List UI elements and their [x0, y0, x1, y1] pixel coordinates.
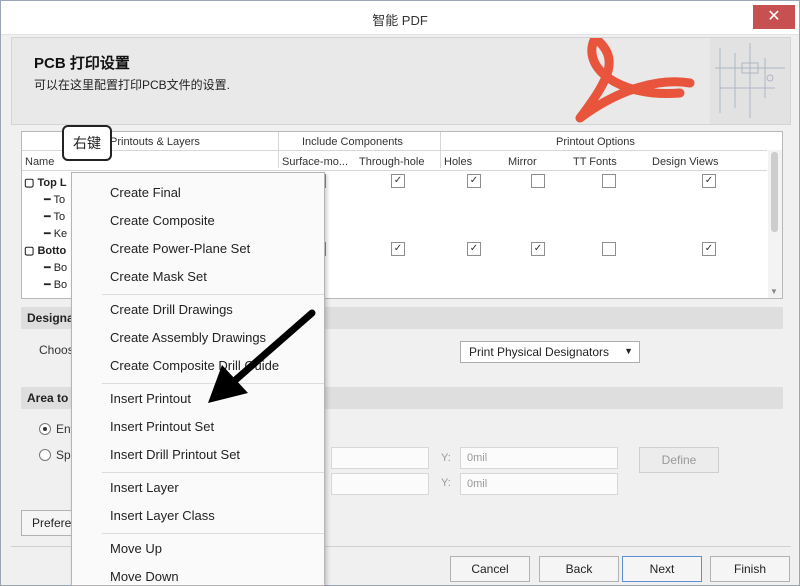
radio-specific-area[interactable]	[39, 449, 51, 461]
menu-item-insert-layer[interactable]: Insert Layer	[110, 480, 179, 495]
dropdown-value: Print Physical Designators	[469, 345, 610, 359]
table-scrollbar[interactable]: ▼	[768, 150, 782, 298]
header-divider	[22, 150, 767, 151]
right-click-callout: 右键	[62, 125, 112, 161]
window-title: 智能 PDF	[372, 13, 428, 28]
cancel-button[interactable]: Cancel	[450, 556, 530, 582]
finish-button[interactable]: Finish	[710, 556, 790, 582]
col-group-include-components: Include Components	[302, 136, 403, 148]
menu-item-move-down[interactable]: Move Down	[110, 569, 179, 584]
holes-checkbox[interactable]: ✓	[467, 174, 481, 188]
design-views-checkbox[interactable]: ✓	[702, 242, 716, 256]
close-button[interactable]: ✕	[753, 5, 795, 29]
menu-item-insert-printout[interactable]: Insert Printout	[110, 391, 191, 406]
radio-selected-dot	[43, 427, 47, 431]
menu-item-insert-printout-set[interactable]: Insert Printout Set	[110, 419, 214, 434]
col-separator	[278, 132, 279, 168]
col-mirror[interactable]: Mirror	[508, 156, 537, 168]
row-label: ▢ Top L	[24, 177, 67, 189]
col-through-hole[interactable]: Through-hole	[359, 156, 424, 168]
through-hole-checkbox[interactable]: ✓	[391, 174, 405, 188]
define-button[interactable]: Define	[639, 447, 719, 473]
choose-label: Choos	[39, 343, 74, 357]
radio-entire-sheet[interactable]	[39, 423, 51, 435]
menu-separator	[102, 294, 324, 295]
row-label: ▢ Botto	[24, 245, 67, 257]
back-button[interactable]: Back	[539, 556, 619, 582]
mirror-checkbox[interactable]	[531, 174, 545, 188]
row-label: ━ To	[44, 211, 66, 223]
menu-item-insert-drill-printout-set[interactable]: Insert Drill Printout Set	[110, 447, 240, 462]
menu-separator	[102, 472, 324, 473]
col-separator	[440, 132, 441, 168]
tt-fonts-checkbox[interactable]	[602, 174, 616, 188]
mirror-checkbox[interactable]: ✓	[531, 242, 545, 256]
col-surface-mount[interactable]: Surface-mo...	[282, 156, 348, 168]
col-holes[interactable]: Holes	[444, 156, 472, 168]
page-title: PCB 打印设置	[34, 55, 130, 72]
col-tt-fonts[interactable]: TT Fonts	[573, 156, 617, 168]
y2-field[interactable]: 0mil	[460, 473, 618, 495]
holes-checkbox[interactable]: ✓	[467, 242, 481, 256]
menu-item-create-composite[interactable]: Create Composite	[110, 213, 215, 228]
pointer-arrow-icon	[208, 309, 316, 403]
col-design-views[interactable]: Design Views	[652, 156, 718, 168]
row-label: ━ Bo	[44, 262, 68, 274]
tt-fonts-checkbox[interactable]	[602, 242, 616, 256]
menu-item-create-final[interactable]: Create Final	[110, 185, 181, 200]
y1-label: Y:	[441, 452, 451, 464]
col-group-printouts: Printouts & Layers	[110, 136, 200, 148]
x1-field[interactable]	[331, 447, 429, 469]
row-label: ━ Bo	[44, 279, 68, 291]
menu-item-insert-layer-class[interactable]: Insert Layer Class	[110, 508, 215, 523]
chevron-down-icon: ▼	[624, 346, 633, 356]
row-label: ━ Ke	[44, 228, 68, 240]
col-group-printout-options: Printout Options	[556, 136, 635, 148]
y2-label: Y:	[441, 477, 451, 489]
col-name[interactable]: Name	[25, 156, 54, 168]
y1-field[interactable]: 0mil	[460, 447, 618, 469]
menu-item-create-mask-set[interactable]: Create Mask Set	[110, 269, 207, 284]
pdf-logo-icon	[575, 38, 790, 124]
x2-field[interactable]	[331, 473, 429, 495]
wizard-header: PCB 打印设置 可以在这里配置打印PCB文件的设置.	[11, 37, 791, 125]
designators-dropdown[interactable]: Print Physical Designators ▼	[460, 341, 640, 363]
page-subtitle: 可以在这里配置打印PCB文件的设置.	[34, 78, 231, 92]
menu-item-move-up[interactable]: Move Up	[110, 541, 162, 556]
radio-specific-label: Sp	[56, 448, 71, 462]
menu-item-create-power-plane-set[interactable]: Create Power-Plane Set	[110, 241, 250, 256]
scroll-down-icon[interactable]: ▼	[770, 287, 778, 296]
header-divider	[22, 170, 767, 171]
through-hole-checkbox[interactable]: ✓	[391, 242, 405, 256]
scrollbar-thumb[interactable]	[771, 152, 778, 232]
design-views-checkbox[interactable]: ✓	[702, 174, 716, 188]
menu-separator	[102, 533, 324, 534]
row-label: ━ To	[44, 194, 66, 206]
title-bar: 智能 PDF ✕	[1, 1, 799, 35]
next-button[interactable]: Next	[622, 556, 702, 582]
